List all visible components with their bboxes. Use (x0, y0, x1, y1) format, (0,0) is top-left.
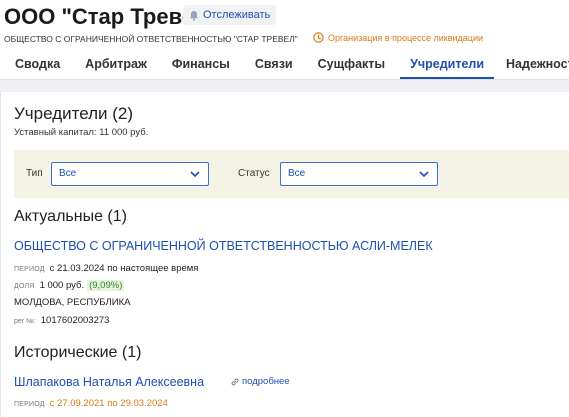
founders-title: Учредители (2) (14, 104, 134, 123)
company-full-name: ОБЩЕСТВО С ОГРАНИЧЕННОЙ ОТВЕТСТВЕННОСТЬЮ… (4, 34, 298, 44)
bell-icon (189, 10, 199, 21)
page-header: ООО "Стар Тревел" Отслеживать ОБЩЕСТВО С… (0, 0, 569, 92)
clock-warning-icon (313, 32, 324, 43)
share-key: доля (14, 283, 35, 290)
period-value: с 27.09.2021 по 29.03.2024 (49, 398, 168, 409)
type-filter-select[interactable]: Все (51, 162, 209, 186)
tab-summary[interactable]: Сводка (15, 51, 60, 79)
tab-facts[interactable]: Сущфакты (318, 51, 385, 79)
founders-card (0, 92, 569, 417)
authorized-capital: Уставный капитал: 11 000 руб. (14, 127, 149, 138)
chevron-down-icon (190, 170, 200, 181)
founder-name-link[interactable]: ОБЩЕСТВО С ОГРАНИЧЕННОЙ ОТВЕТСТВЕННОСТЬЮ… (14, 239, 433, 253)
tab-arbitration[interactable]: Арбитраж (85, 51, 147, 79)
chevron-down-icon (419, 170, 429, 181)
period-key: период (14, 266, 45, 273)
tab-reliability[interactable]: Надежность (506, 51, 569, 79)
liquidation-status-text: Организация в процессе ликвидации (328, 32, 484, 43)
more-details-link[interactable]: подробнее (230, 376, 290, 387)
type-filter-label: Тип (26, 168, 43, 179)
founder-share: доля 1 000 руб. (9,09%) (14, 280, 125, 291)
founder-reg-number: рег №: 1017602003273 (14, 315, 109, 326)
reg-key: рег №: (14, 318, 36, 325)
period-value: с 21.03.2024 по настоящее время (49, 263, 199, 274)
current-founders-title: Актуальные (1) (14, 208, 127, 225)
founder-period: период с 21.03.2024 по настоящее время (14, 263, 198, 274)
type-filter-value: Все (59, 168, 77, 179)
historical-founder-period: период с 27.09.2021 по 29.03.2024 (14, 398, 168, 409)
tab-finance[interactable]: Финансы (172, 51, 230, 79)
status-filter-select[interactable]: Все (280, 162, 438, 186)
tab-connections[interactable]: Связи (255, 51, 293, 79)
period-key: период (14, 401, 45, 408)
historical-founders-title: Исторические (1) (14, 344, 142, 361)
follow-button[interactable]: Отслеживать (183, 5, 277, 25)
reg-value: 1017602003273 (40, 315, 110, 326)
historical-founder-name-link[interactable]: Шлапакова Наталья Алексеевна (14, 375, 204, 389)
link-icon (230, 377, 240, 387)
filter-bar: Тип Все Статус Все (14, 150, 569, 198)
founder-country: МОЛДОВА, РЕСПУБЛИКА (14, 297, 131, 308)
status-filter-label: Статус (238, 168, 270, 179)
status-filter-value: Все (288, 168, 306, 179)
share-value: 1 000 руб. (39, 280, 85, 291)
tab-founders[interactable]: Учредители (400, 51, 495, 79)
liquidation-status: Организация в процессе ликвидации (313, 32, 483, 43)
more-details-label: подробнее (242, 376, 290, 387)
tab-bar: Сводка Арбитраж Финансы Связи Сущфакты У… (0, 51, 569, 79)
share-percent-badge: (9,09%) (87, 280, 125, 291)
follow-label: Отслеживать (203, 9, 271, 21)
